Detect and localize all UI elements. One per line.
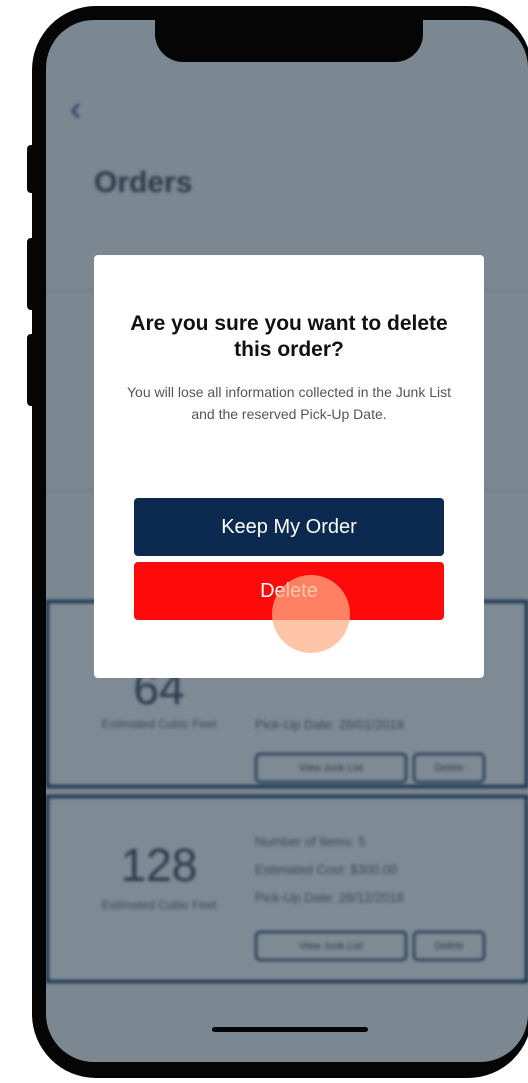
cubic-feet-value: 128 xyxy=(120,839,198,891)
page-title: Orders xyxy=(94,166,193,199)
dialog-message: You will lose all information collected … xyxy=(127,384,451,422)
keep-order-button[interactable]: Keep My Order xyxy=(134,498,444,556)
view-junk-list-button[interactable]: View Junk List xyxy=(255,753,407,783)
estimated-cost: Estimated Cost: $300.00 xyxy=(255,862,398,877)
phone-screen: ‹ Orders 64 Estimated Cubic Feet Pick-Up… xyxy=(46,20,528,1062)
cubic-feet-label: Estimated Cubic Feet xyxy=(101,898,217,912)
pickup-date: Pick-Up Date: 28/01/2019 xyxy=(255,717,404,732)
touch-indicator xyxy=(272,575,350,653)
home-indicator[interactable] xyxy=(212,1027,368,1032)
phone-notch xyxy=(155,20,423,62)
cubic-feet-label: Estimated Cubic Feet xyxy=(101,717,217,731)
pickup-date: Pick-Up Date: 28/12/2018 xyxy=(255,890,404,905)
order-card: 128 Estimated Cubic Feet Number of Items… xyxy=(46,795,528,983)
dialog-title: Are you sure you want to delete this ord… xyxy=(130,312,448,361)
delete-order-button[interactable]: Delete xyxy=(413,753,485,783)
chevron-left-icon[interactable]: ‹ xyxy=(70,90,81,129)
delete-order-button[interactable]: Delete xyxy=(413,931,485,961)
number-of-items: Number of Items: 5 xyxy=(255,834,366,849)
view-junk-list-button[interactable]: View Junk List xyxy=(255,931,407,961)
